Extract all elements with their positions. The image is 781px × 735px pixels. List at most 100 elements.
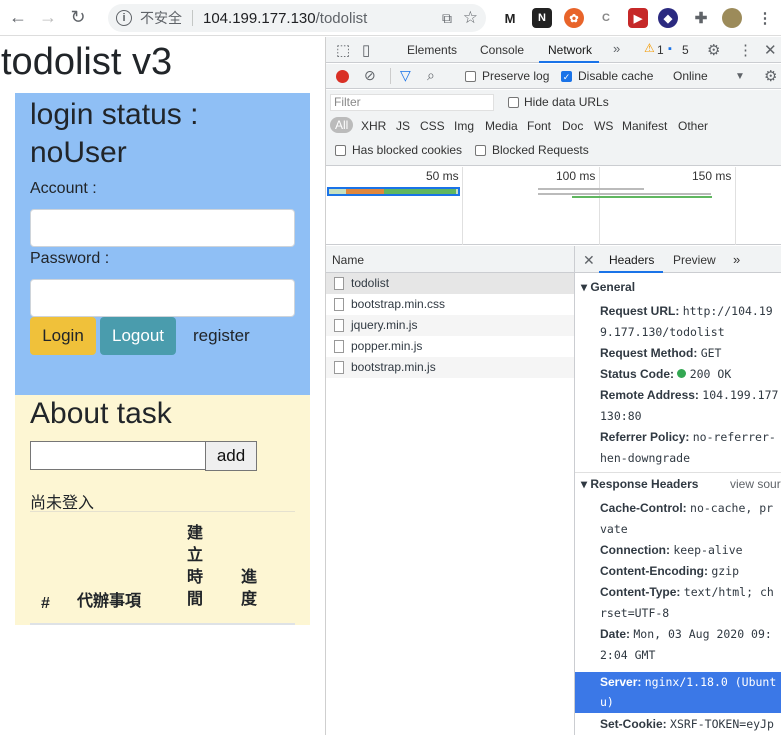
inspect-element-icon[interactable]: ⬚: [336, 41, 350, 59]
back-icon[interactable]: ←: [6, 6, 30, 30]
section-response-headers[interactable]: ▾ Response Headers: [581, 477, 698, 491]
filter-type-img[interactable]: Img: [454, 119, 474, 133]
filter-type-all[interactable]: All: [330, 117, 354, 133]
request-row[interactable]: bootstrap.min.css: [326, 294, 574, 315]
reload-icon[interactable]: ↻: [66, 6, 90, 30]
message-icon[interactable]: ▪: [668, 43, 672, 55]
request-row[interactable]: todolist: [326, 273, 574, 294]
request-name: todolist: [351, 276, 390, 290]
menu-kebab-icon[interactable]: ⋮: [755, 8, 775, 28]
timeline-bar: [538, 188, 644, 190]
filter-type-font[interactable]: Font: [527, 119, 551, 133]
logout-button[interactable]: Logout: [100, 317, 176, 355]
clear-icon[interactable]: ⊘: [364, 67, 376, 84]
browser-toolbar: ← → ↻ i 不安全 104.199.177.130/todolist ⧉ ☆…: [0, 0, 781, 36]
address-bar[interactable]: i 不安全 104.199.177.130/todolist ⧉ ☆: [108, 4, 486, 32]
column-header-todo: 代辦事項: [77, 593, 142, 610]
header-row: Server: nginx/1.18.0 (Ubunt: [600, 675, 777, 689]
extension-stack-icon[interactable]: ◆: [658, 8, 678, 28]
extension-video-icon[interactable]: ▶: [628, 8, 648, 28]
url-path: /todolist: [315, 9, 368, 27]
timeline-gridline: [735, 167, 736, 245]
filter-type-css[interactable]: CSS: [420, 119, 445, 133]
filter-type-doc[interactable]: Doc: [562, 119, 583, 133]
warning-icon[interactable]: ⚠: [644, 41, 655, 55]
login-button[interactable]: Login: [30, 317, 96, 355]
add-button[interactable]: add: [205, 441, 257, 471]
avatar[interactable]: [722, 8, 742, 28]
timeline-bar-download: [384, 189, 456, 194]
header-row-selected[interactable]: Server: nginx/1.18.0 (Ubunt u): [575, 672, 781, 713]
filter-type-manifest[interactable]: Manifest: [622, 119, 667, 133]
more-tabs-icon[interactable]: »: [613, 41, 620, 56]
settings-gear-icon[interactable]: ⚙: [707, 41, 720, 59]
request-name: popper.min.js: [351, 339, 423, 353]
blocked-cookies-checkbox[interactable]: [335, 145, 346, 156]
header-row: rset=UTF-8: [600, 606, 670, 620]
extension-notion-icon[interactable]: N: [532, 8, 552, 28]
tab-preview[interactable]: Preview: [673, 253, 716, 267]
header-row: Remote Address: 104.199.177: [600, 388, 779, 402]
page-title: todolist v3: [1, 41, 173, 83]
task-input[interactable]: [30, 441, 206, 470]
info-icon[interactable]: i: [116, 10, 132, 26]
account-field[interactable]: [30, 209, 295, 247]
request-row[interactable]: popper.min.js: [326, 336, 574, 357]
close-details-icon[interactable]: ✕: [583, 252, 595, 269]
filter-type-other[interactable]: Other: [678, 119, 708, 133]
document-icon: [334, 298, 344, 311]
request-name: bootstrap.min.css: [351, 297, 446, 311]
tab-headers[interactable]: Headers: [609, 253, 654, 267]
active-tab-indicator: [599, 271, 663, 273]
filter-type-js[interactable]: JS: [396, 119, 410, 133]
request-name: bootstrap.min.js: [351, 360, 436, 374]
header-row: Request Method: GET: [600, 346, 722, 360]
filter-input[interactable]: Filter: [330, 94, 494, 111]
forward-icon[interactable]: →: [36, 6, 60, 30]
search-icon[interactable]: ⌕: [427, 67, 435, 84]
devtools-menu-icon[interactable]: ⋮: [738, 41, 753, 59]
device-toggle-icon[interactable]: ▯: [362, 41, 370, 59]
request-row[interactable]: jquery.min.js: [326, 315, 574, 336]
extensions-puzzle-icon[interactable]: ✚: [691, 8, 711, 28]
task-title: About task: [30, 397, 172, 430]
blocked-requests-checkbox[interactable]: [475, 145, 486, 156]
header-row: Set-Cookie: XSRF-TOKEN=eyJp: [600, 717, 774, 731]
filter-type-media[interactable]: Media: [485, 119, 518, 133]
filter-type-ws[interactable]: WS: [594, 119, 613, 133]
view-source-link[interactable]: view sour: [730, 477, 781, 491]
network-overview-timeline[interactable]: 50 ms 100 ms 150 ms: [326, 167, 781, 245]
hide-data-urls-checkbox[interactable]: [508, 97, 519, 108]
filter-type-xhr[interactable]: XHR: [361, 119, 386, 133]
timeline-gridline: [462, 167, 463, 245]
column-name[interactable]: Name: [332, 253, 364, 267]
header-row: 9.177.130/todolist: [600, 325, 725, 339]
network-settings-icon[interactable]: ⚙: [764, 67, 777, 85]
account-label: Account :: [30, 180, 97, 197]
more-tabs-icon[interactable]: »: [733, 252, 740, 267]
close-icon[interactable]: ✕: [764, 41, 777, 59]
disable-cache-checkbox[interactable]: ✓: [561, 71, 572, 82]
preserve-log-checkbox[interactable]: [465, 71, 476, 82]
extension-m-icon[interactable]: M: [500, 8, 520, 28]
document-icon: [334, 277, 344, 290]
password-field[interactable]: [30, 279, 295, 317]
page-content: todolist v3 login status : noUser Accoun…: [0, 37, 325, 735]
throttle-select[interactable]: Online: [673, 69, 708, 83]
document-icon: [334, 340, 344, 353]
extension-c-icon[interactable]: C: [596, 8, 616, 28]
request-row[interactable]: bootstrap.min.js: [326, 357, 574, 378]
section-general[interactable]: ▾ General: [581, 280, 635, 294]
filter-icon[interactable]: ▽: [400, 67, 411, 84]
chevron-down-icon[interactable]: ▼: [735, 71, 745, 82]
tab-console[interactable]: Console: [480, 43, 524, 57]
tab-network[interactable]: Network: [548, 43, 592, 57]
translate-icon[interactable]: ⧉: [442, 10, 452, 27]
tab-elements[interactable]: Elements: [407, 43, 457, 57]
request-list: todolist bootstrap.min.css jquery.min.js…: [326, 273, 575, 735]
record-icon[interactable]: [336, 70, 349, 83]
header-row: Connection: keep-alive: [600, 543, 743, 557]
bookmark-star-icon[interactable]: ☆: [463, 8, 478, 28]
register-link[interactable]: register: [193, 326, 250, 346]
extension-orange-icon[interactable]: ✿: [564, 8, 584, 28]
